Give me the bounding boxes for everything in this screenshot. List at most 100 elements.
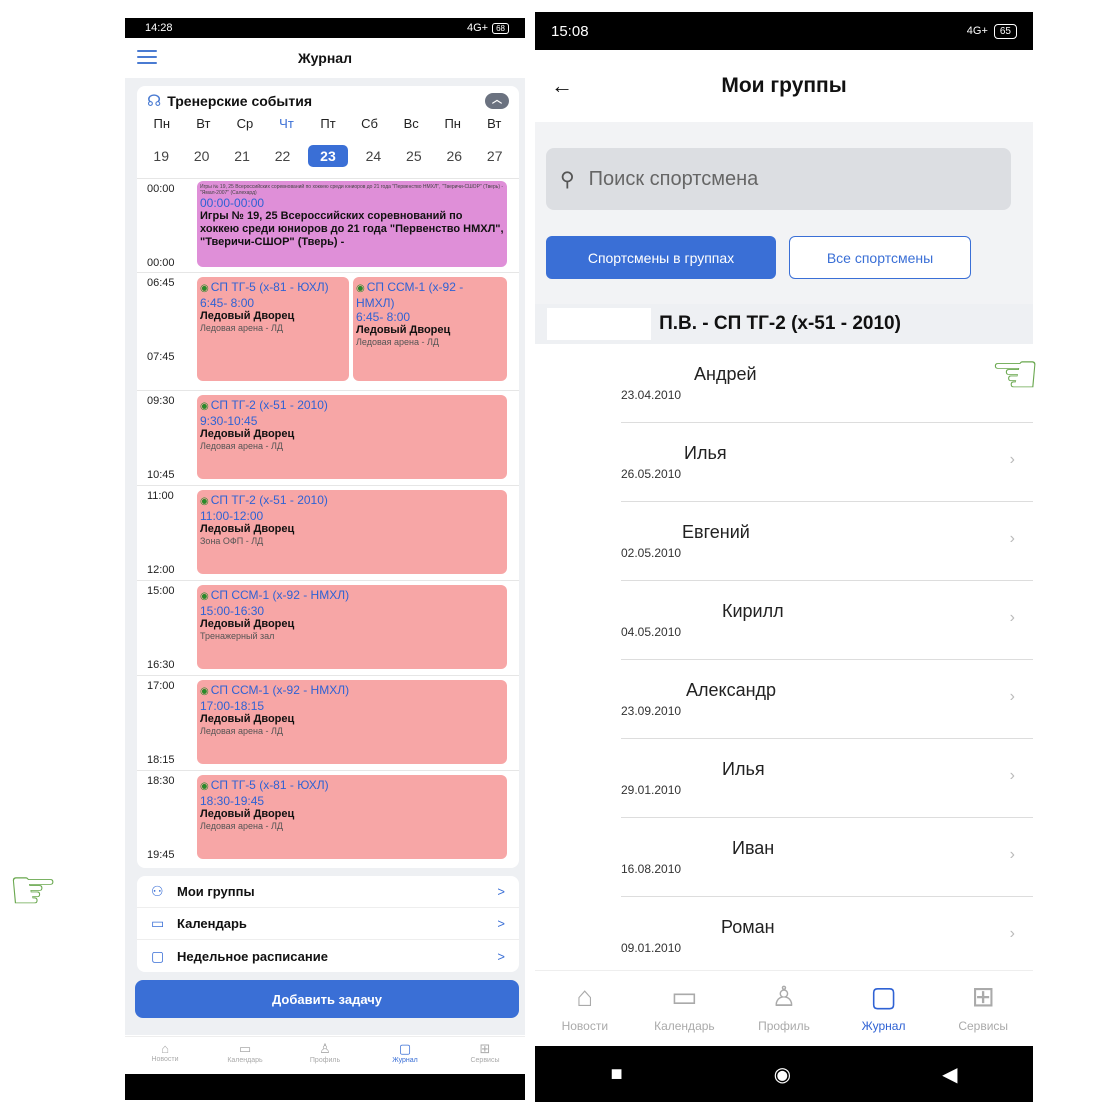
event-card[interactable]: ◉ СП ССМ-1 (х-92 - НМХЛ) 6:45- 8:00 Ледов… xyxy=(353,277,507,381)
date-cell[interactable]: 27 xyxy=(475,145,515,167)
athlete-name: Кирилл xyxy=(722,601,784,621)
eye-icon: ◉ xyxy=(200,283,209,294)
list-item[interactable]: Евгений 02.05.2010 › xyxy=(621,502,1033,581)
nav-services[interactable]: ⊞ Сервисы xyxy=(933,971,1033,1046)
chevron-right-icon: › xyxy=(1009,925,1015,942)
date-cell[interactable]: 21 xyxy=(222,145,262,167)
athlete-list: Андрей 23.04.2010 Илья 26.05.2010 › Евгений… xyxy=(535,344,1033,976)
slot-end: 18:15 xyxy=(147,754,175,766)
athlete-name: Евгений xyxy=(682,522,750,542)
tab-all-athletes[interactable]: Все спортсмены xyxy=(789,236,971,279)
event-time: 17:00-18:15 xyxy=(200,699,265,713)
chevron-right-icon: › xyxy=(1009,530,1015,547)
schedule-slot: 17:00 18:15 ◉ СП ССМ-1 (х-92 - НМХЛ) 17:0… xyxy=(137,675,519,769)
chevron-right-icon: > xyxy=(497,916,505,931)
slot-end: 10:45 xyxy=(147,469,175,481)
menu-item-weekly-schedule[interactable]: ▢ Недельное расписание > xyxy=(137,940,519,972)
schedule-slot: 11:00 12:00 ◉ СП ТГ-2 (х-51 - 2010) 11:00… xyxy=(137,485,519,579)
event-card[interactable]: ◉ СП ТГ-2 (х-51 - 2010) 9:30-10:45 Ледовы… xyxy=(197,395,507,479)
event-title: СП ТГ-2 (х-51 - 2010) xyxy=(210,398,328,412)
event-title: СП ТГ-5 (х-81 - ЮХЛ) xyxy=(210,280,329,294)
add-task-button[interactable]: Добавить задачу xyxy=(135,980,519,1018)
date-cell[interactable]: 22 xyxy=(262,145,302,167)
back-triangle-icon[interactable]: ◀ xyxy=(942,1062,957,1087)
nav-profile[interactable]: ♙ Профиль xyxy=(734,971,834,1046)
date-cell[interactable]: 26 xyxy=(434,145,474,167)
date-cell[interactable]: 20 xyxy=(181,145,221,167)
event-card[interactable]: Игры № 19, 25 Всероссийских соревнований… xyxy=(197,181,507,267)
eye-icon: ◉ xyxy=(200,781,209,792)
athlete-birthdate: 26.05.2010 xyxy=(621,467,682,481)
menu-item-calendar[interactable]: ▭ Календарь > xyxy=(137,908,519,940)
event-card[interactable]: ◉ СП ТГ-5 (х-81 - ЮХЛ) 18:30-19:45 Ледовы… xyxy=(197,775,507,859)
athlete-birthdate: 23.04.2010 xyxy=(621,388,682,402)
athlete-birthdate: 23.09.2010 xyxy=(621,704,682,718)
event-card[interactable]: ◉ СП ТГ-2 (х-51 - 2010) 11:00-12:00 Ледов… xyxy=(197,490,507,574)
athlete-birthdate: 09.01.2010 xyxy=(621,941,682,955)
nav-journal[interactable]: ▢ Журнал xyxy=(834,971,934,1046)
collapse-icon[interactable]: ︿ xyxy=(485,93,509,109)
nav-news[interactable]: ⌂ Новости xyxy=(535,971,635,1046)
date-cell[interactable]: 19 xyxy=(141,145,181,167)
schedule-slot: 09:30 10:45 ◉ СП ТГ-2 (х-51 - 2010) 9:30-… xyxy=(137,390,519,484)
slot-start: 17:00 xyxy=(147,680,175,692)
app-header: Журнал xyxy=(125,38,525,78)
chevron-right-icon: › xyxy=(1009,688,1015,705)
menu-item-label: Мои группы xyxy=(177,884,255,899)
book-icon: ▢ xyxy=(398,1041,412,1056)
event-text: Игры № 19, 25 Всероссийских соревнований… xyxy=(200,210,504,248)
event-card[interactable]: ◉ СП ТГ-5 (х-81 - ЮХЛ) 6:45- 8:00 Ледовый… xyxy=(197,277,349,381)
nav-label: Журнал xyxy=(861,1019,906,1033)
menu-item-label: Календарь xyxy=(177,916,247,931)
search-icon: ⚲ xyxy=(560,168,575,191)
date-cell[interactable]: 25 xyxy=(394,145,434,167)
events-header[interactable]: ☊ Тренерские события ︿ xyxy=(137,86,519,116)
pointing-hand-icon: ☞ xyxy=(990,342,1041,405)
list-item[interactable]: Кирилл 04.05.2010 › xyxy=(621,581,1033,660)
search-input[interactable]: ⚲ Поиск спортсмена xyxy=(546,148,1011,210)
weekday: Пн xyxy=(444,116,461,131)
event-card[interactable]: ◉ СП ССМ-1 (х-92 - НМХЛ) 15:00-16:30 Ледо… xyxy=(197,585,507,669)
slot-start: 18:30 xyxy=(147,775,175,787)
list-item[interactable]: Иван 16.08.2010 › xyxy=(621,818,1033,897)
home-button-icon[interactable]: ◉ xyxy=(774,1062,791,1087)
event-location: Ледовый Дворец xyxy=(200,523,295,535)
event-location: Ледовый Дворец xyxy=(200,618,295,630)
nav-calendar[interactable]: ▭ Календарь xyxy=(635,971,735,1046)
list-item[interactable]: Роман 09.01.2010 › xyxy=(621,897,1033,976)
chevron-right-icon: › xyxy=(1009,767,1015,784)
event-location: Ледовый Дворец xyxy=(200,713,295,725)
event-location: Ледовый Дворец xyxy=(200,310,295,322)
date-cell[interactable]: 24 xyxy=(353,145,393,167)
event-sublocation: Ледовая арена - ЛД xyxy=(356,337,440,347)
event-title: СП ТГ-5 (х-81 - ЮХЛ) xyxy=(210,778,329,792)
nav-journal[interactable]: ▢ Журнал xyxy=(365,1037,445,1074)
event-location: Ледовый Дворец xyxy=(356,324,451,336)
list-item[interactable]: Андрей 23.04.2010 xyxy=(621,344,1033,423)
date-cell-selected[interactable]: 23 xyxy=(307,145,349,167)
event-card[interactable]: ◉ СП ССМ-1 (х-92 - НМХЛ) 17:00-18:15 Ледо… xyxy=(197,680,507,764)
nav-calendar[interactable]: ▭ Календарь xyxy=(205,1037,285,1074)
events-card: ☊ Тренерские события ︿ Пн Вт Ср Чт Пт Сб… xyxy=(137,86,519,868)
event-title: СП ССМ-1 (х-92 - НМХЛ) xyxy=(210,588,350,602)
nav-news[interactable]: ⌂ Новости xyxy=(125,1037,205,1074)
events-header-title: Тренерские события xyxy=(167,93,313,109)
schedule-slot: 00:00 00:00 Игры № 19, 25 Всероссийских … xyxy=(137,178,519,270)
tab-athletes-in-groups[interactable]: Спортсмены в группах xyxy=(546,236,776,279)
pointing-hand-icon: ☞ xyxy=(8,858,59,921)
list-item[interactable]: Илья 29.01.2010 › xyxy=(621,739,1033,818)
event-tiny-text: Игры № 19, 25 Всероссийских соревнований… xyxy=(200,184,504,196)
list-item[interactable]: Илья 26.05.2010 › xyxy=(621,423,1033,502)
list-item[interactable]: Александр 23.09.2010 › xyxy=(621,660,1033,739)
right-phone: 15:08 4G+ 65 ← Мои группы ⚲ Поиск спортс… xyxy=(535,12,1033,1102)
nav-label: Календарь xyxy=(654,1019,715,1033)
search-placeholder: Поиск спортсмена xyxy=(588,167,759,190)
nav-services[interactable]: ⊞ Сервисы xyxy=(445,1037,525,1074)
back-arrow-icon[interactable]: ← xyxy=(551,73,573,99)
book-icon: ▢ xyxy=(870,981,897,1012)
nav-profile[interactable]: ♙ Профиль xyxy=(285,1037,365,1074)
menu-item-my-groups[interactable]: ⚇ Мои группы > xyxy=(137,876,519,908)
athlete-name: Андрей xyxy=(694,364,757,384)
recents-icon[interactable]: ■ xyxy=(611,1063,623,1086)
menu-icon[interactable] xyxy=(137,50,157,64)
